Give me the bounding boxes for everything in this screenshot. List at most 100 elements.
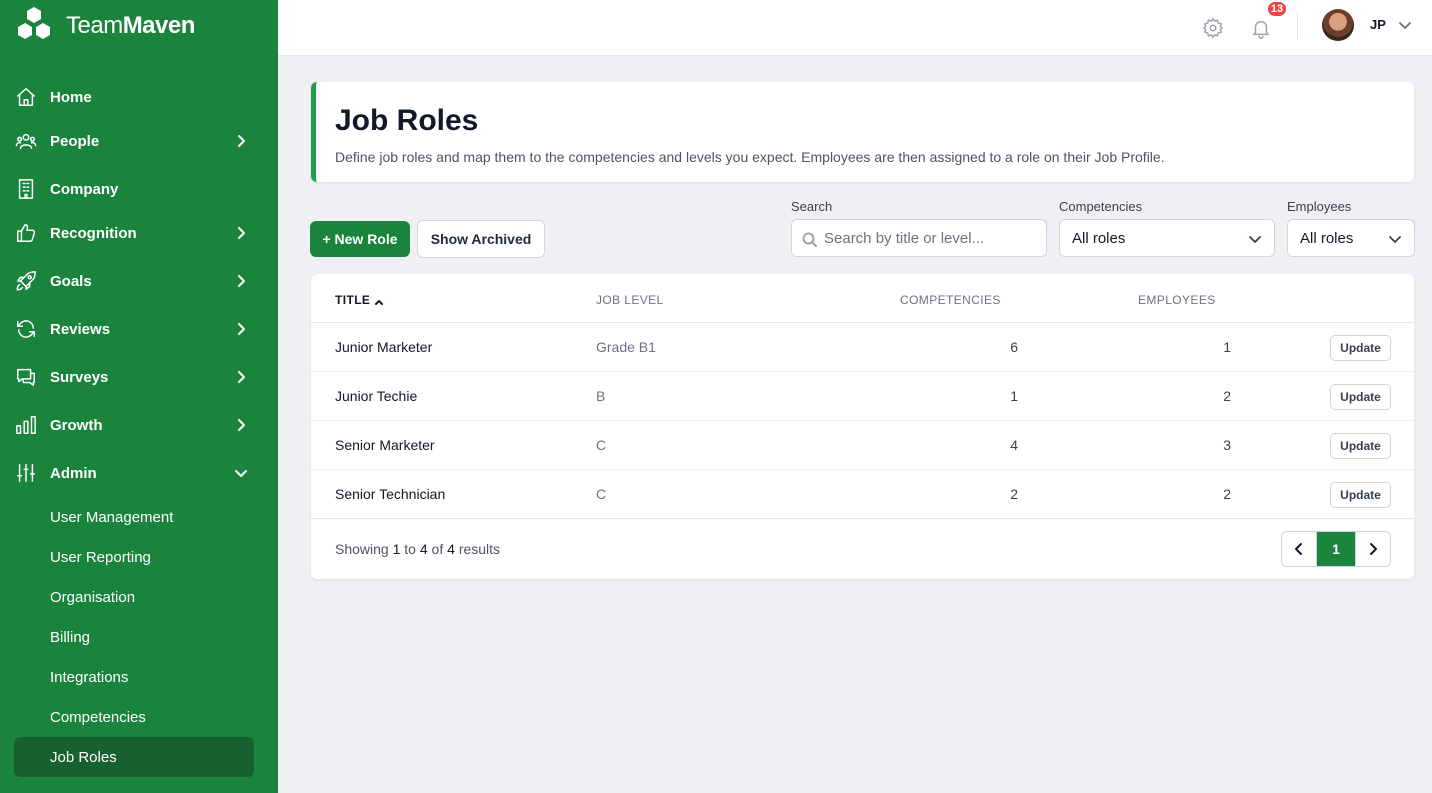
footer-divider [311, 518, 1414, 519]
competencies-filter-select[interactable]: All roles [1059, 219, 1275, 257]
logo[interactable]: TeamMaven [14, 6, 195, 46]
results-suffix: results [458, 541, 501, 557]
brand-name-light: Team [66, 12, 123, 39]
job-roles-table: TITLE JOB LEVEL COMPETENCIES EMPLOYEES J… [311, 274, 1414, 579]
show-archived-button[interactable]: Show Archived [417, 220, 545, 258]
employees-filter-select[interactable]: All roles [1287, 219, 1415, 257]
results-summary: Showing 1 to 4 of 4 results [335, 541, 500, 557]
search-label: Search [791, 199, 833, 214]
nav-item-people[interactable]: People [14, 121, 254, 161]
role-level: C [596, 486, 607, 502]
page-button-current[interactable]: 1 [1317, 532, 1355, 566]
update-button[interactable]: Update [1330, 335, 1391, 361]
sidebar-item-organisation[interactable]: Organisation [14, 577, 254, 617]
search-input[interactable] [824, 220, 1039, 256]
chevron-down-icon [1388, 232, 1402, 246]
role-competencies-count: 2 [1010, 486, 1018, 502]
thumbs-up-icon [14, 221, 38, 245]
sort-ascending-icon [374, 296, 384, 306]
nav-item-company[interactable]: Company [14, 169, 254, 209]
topbar-divider [1297, 12, 1298, 40]
nav-item-recognition[interactable]: Recognition [14, 213, 254, 253]
column-header-job-level: JOB LEVEL [596, 293, 664, 307]
update-button[interactable]: Update [1330, 433, 1391, 459]
competencies-filter-value: All roles [1072, 230, 1126, 247]
notification-bell-icon[interactable] [1247, 14, 1275, 42]
table-row: Senior Marketer C 4 3 Update [311, 421, 1414, 470]
avatar[interactable] [1322, 9, 1354, 41]
notification-count-badge: 13 [1266, 0, 1288, 18]
update-button[interactable]: Update [1330, 482, 1391, 508]
role-title: Junior Techie [335, 388, 418, 404]
rocket-icon [14, 269, 38, 293]
nav-label: Growth [50, 416, 103, 434]
competencies-filter-label: Competencies [1059, 199, 1143, 214]
role-competencies-count: 4 [1010, 437, 1018, 453]
brand-name-bold: Maven [122, 12, 196, 39]
page-header-card: Job Roles Define job roles and map them … [311, 82, 1414, 182]
nav-item-home[interactable]: Home [14, 77, 254, 117]
nav-label: Goals [50, 272, 92, 290]
role-level: C [596, 437, 607, 453]
next-page-chevron-right-icon[interactable] [1354, 532, 1390, 566]
results-total: 4 [447, 541, 455, 557]
nav-label: Recognition [50, 224, 137, 242]
user-menu-chevron-down-icon[interactable] [1398, 18, 1412, 32]
role-level: B [596, 388, 606, 404]
nav-item-surveys[interactable]: Surveys [14, 357, 254, 397]
building-icon [14, 177, 38, 201]
role-competencies-count: 6 [1010, 339, 1018, 355]
pagination: 1 [1281, 531, 1391, 567]
nav-item-admin[interactable]: Admin [14, 453, 254, 493]
sidebar-item-billing[interactable]: Billing [14, 617, 254, 657]
page-description: Define job roles and map them to the com… [335, 149, 1165, 165]
role-title: Senior Marketer [335, 437, 435, 453]
table-row: Junior Techie B 1 2 Update [311, 372, 1414, 421]
chevron-right-icon [234, 322, 248, 336]
role-employees-count: 2 [1223, 388, 1231, 404]
user-initials[interactable]: JP [1370, 17, 1386, 32]
column-header-competencies: COMPETENCIES [900, 293, 1001, 307]
update-button[interactable]: Update [1330, 384, 1391, 410]
role-level: Grade B1 [596, 339, 656, 355]
role-title: Senior Technician [335, 486, 446, 502]
nav-label: Company [50, 180, 119, 198]
chevron-right-icon [234, 418, 248, 432]
nav-label: People [50, 132, 100, 150]
sidebar-item-job-roles[interactable]: Job Roles [14, 737, 254, 777]
employees-filter-value: All roles [1300, 230, 1354, 247]
new-role-button[interactable]: + New Role [310, 221, 410, 257]
previous-page-chevron-left-icon[interactable] [1282, 532, 1318, 566]
results-of-word: of [431, 541, 444, 557]
nav-item-reviews[interactable]: Reviews [14, 309, 254, 349]
sidebar-item-user-management[interactable]: User Management [14, 497, 254, 537]
page-title: Job Roles [335, 104, 479, 137]
results-to: 4 [419, 541, 428, 557]
sidebar: TeamMaven Home People Company Recognitio… [0, 0, 278, 793]
chevron-right-icon [234, 226, 248, 240]
settings-gear-icon[interactable] [1199, 14, 1227, 42]
bar-chart-icon [14, 413, 38, 437]
nav-item-goals[interactable]: Goals [14, 261, 254, 301]
table-row: Junior Marketer Grade B1 6 1 Update [311, 323, 1414, 372]
nav-item-growth[interactable]: Growth [14, 405, 254, 445]
results-prefix: Showing [335, 541, 389, 557]
nav-label: Reviews [50, 320, 111, 338]
sidebar-item-integrations[interactable]: Integrations [14, 657, 254, 697]
chevron-right-icon [234, 134, 248, 148]
sidebar-item-competencies[interactable]: Competencies [14, 697, 254, 737]
table-row: Senior Technician C 2 2 Update [311, 470, 1414, 519]
nav-label: Home [50, 88, 92, 106]
brand-name: TeamMaven [66, 12, 195, 40]
topbar: 13 JP [278, 0, 1432, 56]
search-icon [802, 232, 817, 247]
sidebar-item-user-reporting[interactable]: User Reporting [14, 537, 254, 577]
search-field[interactable] [791, 219, 1047, 257]
refresh-icon [14, 317, 38, 341]
chevron-right-icon [234, 274, 248, 288]
nav-label: Admin [50, 464, 97, 482]
column-header-title[interactable]: TITLE [335, 293, 384, 307]
sliders-icon [14, 461, 38, 485]
results-from: 1 [392, 541, 401, 557]
chat-icon [14, 365, 38, 389]
